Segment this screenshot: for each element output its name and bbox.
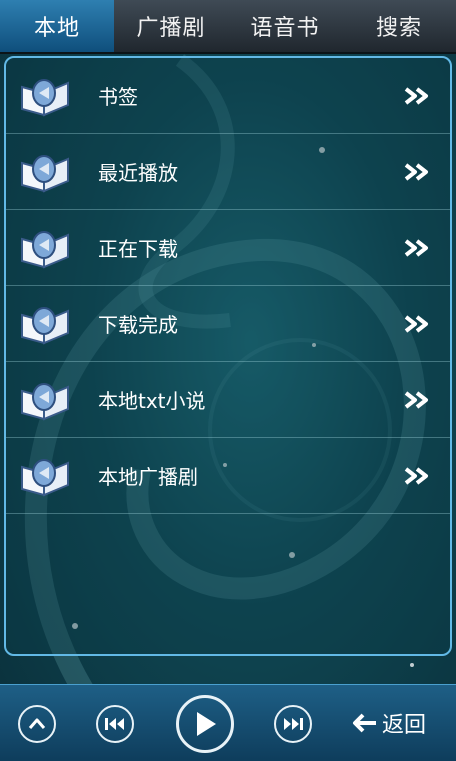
list-item-recently-played[interactable]: 最近播放: [6, 134, 450, 210]
tab-local[interactable]: 本地: [0, 0, 114, 52]
list-item-bookmarks[interactable]: 书签: [6, 58, 450, 134]
list-item-label: 正在下载: [98, 237, 178, 261]
tab-radio-drama[interactable]: 广播剧: [114, 0, 228, 52]
list-item-download-complete[interactable]: 下载完成: [6, 286, 450, 362]
list-item-label: 最近播放: [98, 161, 178, 185]
tab-audiobook[interactable]: 语音书: [228, 0, 342, 52]
play-button[interactable]: [176, 695, 234, 753]
up-button[interactable]: [18, 705, 56, 743]
audio-book-icon: [21, 154, 69, 192]
list-item-label: 下载完成: [98, 313, 178, 337]
list-item-downloading[interactable]: 正在下载: [6, 210, 450, 286]
back-label: 返回: [382, 713, 427, 738]
local-menu-panel: 书签 最近播放 正在下载 下载完成 本地txt小说 本地广播剧: [4, 56, 452, 656]
double-chevron-right-icon: [404, 314, 428, 333]
list-item-local-txt-novels[interactable]: 本地txt小说: [6, 362, 450, 438]
list-item-label: 书签: [98, 85, 138, 109]
list-item-label: 本地txt小说: [98, 389, 206, 413]
arrow-left-icon: [353, 713, 376, 733]
list-item-local-radio-dramas[interactable]: 本地广播剧: [6, 438, 450, 514]
list-item-label: 本地广播剧: [98, 465, 198, 489]
double-chevron-right-icon: [404, 162, 428, 181]
next-track-button[interactable]: [274, 705, 312, 743]
previous-track-icon: [105, 718, 124, 730]
double-chevron-right-icon: [404, 238, 428, 257]
back-button[interactable]: 返回: [350, 705, 426, 741]
audio-book-icon: [21, 78, 69, 116]
next-track-icon: [284, 718, 303, 730]
tab-search[interactable]: 搜索: [342, 0, 456, 52]
double-chevron-right-icon: [404, 466, 428, 485]
double-chevron-right-icon: [404, 390, 428, 409]
audio-book-icon: [21, 382, 69, 420]
player-control-bar: 返回: [0, 684, 456, 761]
up-icon: [28, 718, 46, 729]
play-icon: [197, 712, 216, 736]
top-tab-bar: 本地 广播剧 语音书 搜索: [0, 0, 456, 54]
audio-book-icon: [21, 306, 69, 344]
previous-track-button[interactable]: [96, 705, 134, 743]
audio-book-icon: [21, 458, 69, 496]
audio-book-icon: [21, 230, 69, 268]
double-chevron-right-icon: [404, 86, 428, 105]
